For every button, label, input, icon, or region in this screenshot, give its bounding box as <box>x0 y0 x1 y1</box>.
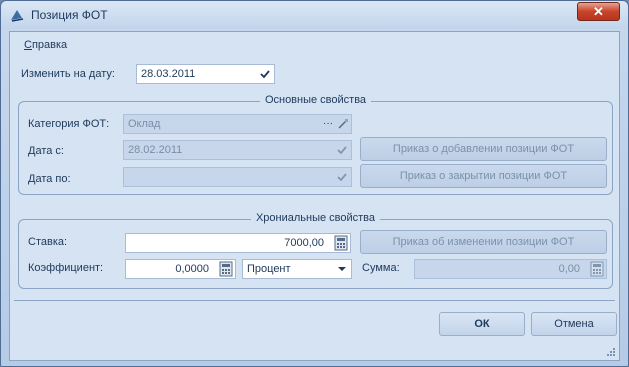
change-date-label: Изменить на дату: <box>21 68 115 80</box>
app-icon <box>11 10 24 22</box>
cancel-button[interactable]: Отмена <box>531 312 617 336</box>
ok-button[interactable]: ОК <box>439 312 525 336</box>
sum-field[interactable]: 0,00 <box>414 259 607 279</box>
dropdown-arrow-icon[interactable] <box>257 66 273 82</box>
change-date-field[interactable]: 28.03.2011 <box>136 64 275 84</box>
change-date-value: 28.03.2011 <box>141 68 196 80</box>
dialog-window: Позиция ФОТ ✕ Справка Изменить на дату: … <box>0 0 629 367</box>
category-label: Категория ФОТ: <box>28 118 110 130</box>
window-title: Позиция ФОТ <box>31 8 108 22</box>
category-value: Оклад <box>128 118 161 130</box>
menu-help[interactable]: Справка <box>24 39 67 51</box>
menu-help-label: правка <box>31 39 68 51</box>
calculator-icon[interactable] <box>590 261 604 277</box>
add-order-button[interactable]: Приказ о добавлении позиции ФОТ <box>360 137 607 161</box>
category-field[interactable]: Оклад ··· <box>123 114 352 134</box>
chrono-properties-title: Хрониальные свойства <box>250 212 381 224</box>
dropdown-arrow-icon[interactable] <box>334 169 350 185</box>
divider <box>14 300 615 301</box>
calculator-icon[interactable] <box>219 261 233 277</box>
coefficient-field[interactable]: 0,0000 <box>125 259 236 279</box>
date-to-field[interactable] <box>123 167 352 187</box>
sum-value: 0,00 <box>558 263 580 275</box>
title-bar[interactable]: Позиция ФОТ ✕ <box>1 1 628 29</box>
dialog-body: Справка Изменить на дату: 28.03.2011 Осн… <box>9 31 620 361</box>
rate-label: Ставка: <box>28 236 68 248</box>
date-to-label: Дата по: <box>28 173 71 185</box>
date-from-field[interactable]: 28.02.2011 <box>123 140 352 160</box>
coefficient-value: 0,0000 <box>175 263 209 275</box>
close-button[interactable]: ✕ <box>577 2 620 21</box>
coefficient-label: Коэффициент: <box>28 262 104 274</box>
close-order-button[interactable]: Приказ о закрытии позиции ФОТ <box>360 164 607 188</box>
resize-grip-icon[interactable] <box>606 347 616 357</box>
chevron-down-icon[interactable] <box>334 261 350 277</box>
dropdown-arrow-icon[interactable] <box>334 142 350 158</box>
change-order-button[interactable]: Приказ об изменении позиции ФОТ <box>360 230 607 254</box>
calculator-icon[interactable] <box>334 235 348 251</box>
rate-value: 7000,00 <box>284 237 324 249</box>
date-from-label: Дата с: <box>28 145 64 157</box>
main-properties-title: Основные свойства <box>259 94 372 106</box>
unit-select[interactable]: Процент <box>242 259 352 279</box>
ellipsis-icon[interactable]: ··· <box>323 115 333 133</box>
date-from-value: 28.02.2011 <box>128 144 183 156</box>
rate-field[interactable]: 7000,00 <box>125 233 351 253</box>
close-icon: ✕ <box>593 4 604 19</box>
clear-icon[interactable] <box>337 118 349 130</box>
unit-value: Процент <box>247 263 291 275</box>
sum-label: Сумма: <box>362 262 400 274</box>
menu-help-hotkey: С <box>24 39 32 51</box>
